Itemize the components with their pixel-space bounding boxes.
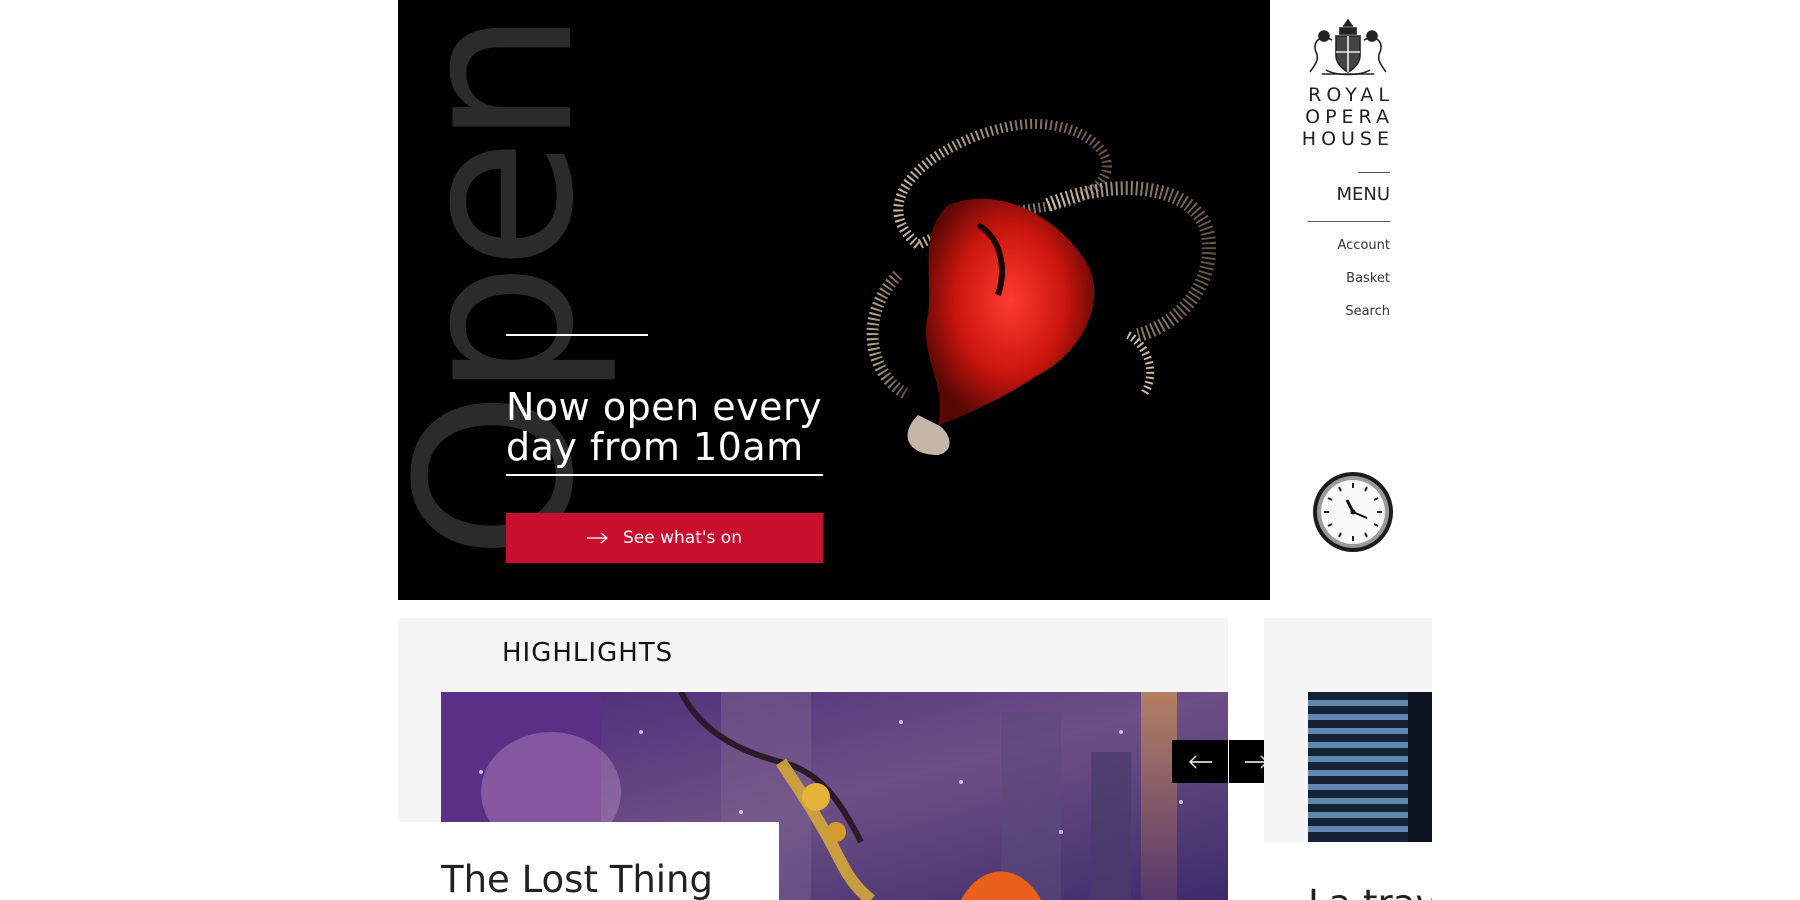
brand-line-opera: OPERA — [1305, 106, 1394, 128]
carousel-prev-button[interactable] — [1172, 740, 1228, 783]
brand-line-royal: ROYAL — [1308, 84, 1394, 106]
brand-line-house: HOUSE — [1301, 128, 1394, 150]
hero-background-word: Open — [398, 17, 621, 560]
highlights-heading: HIGHLIGHTS — [502, 638, 674, 668]
highlight-card-image-next[interactable] — [1308, 692, 1432, 842]
menu-divider-bottom — [1308, 221, 1390, 222]
highlight-card-title[interactable]: The Lost Thing — [441, 858, 713, 900]
rolex-clock-icon[interactable] — [1311, 470, 1395, 554]
menu-divider-top — [1358, 172, 1390, 173]
arrow-left-icon — [1189, 755, 1212, 768]
hero-divider-bottom — [506, 474, 823, 476]
dancer-image — [866, 118, 1217, 455]
royal-crest-icon — [1309, 18, 1387, 76]
hero-banner: Open Now open every day from 10am See wh… — [398, 0, 1270, 600]
hero-headline: Now open every day from 10am — [506, 385, 823, 470]
hero-divider-top — [506, 334, 648, 336]
royal-opera-house-logo[interactable]: ROYAL OPERA HOUSE — [1300, 16, 1396, 150]
see-whats-on-label: See what's on — [623, 528, 742, 548]
account-link[interactable]: Account — [1290, 238, 1391, 253]
see-whats-on-button[interactable]: See what's on — [506, 513, 823, 563]
search-link[interactable]: Search — [1290, 304, 1390, 319]
highlight-card-title-next[interactable]: La trav — [1308, 882, 1432, 900]
basket-link[interactable]: Basket — [1290, 271, 1390, 286]
brand-wordmark: ROYAL OPERA HOUSE — [1300, 84, 1396, 150]
arrow-right-icon — [587, 532, 609, 544]
page: Open Now open every day from 10am See wh… — [0, 0, 1800, 900]
menu-button[interactable]: MENU — [1300, 184, 1390, 205]
